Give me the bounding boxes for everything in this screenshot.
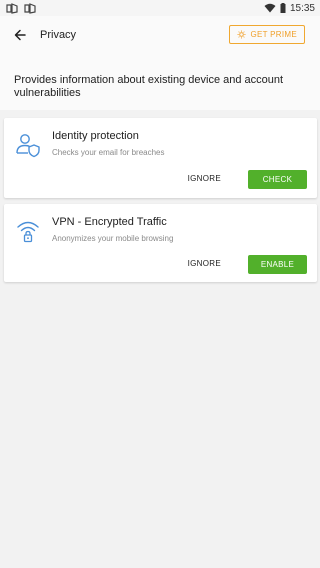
sun-icon: [237, 30, 246, 39]
main-content: Provides information about existing devi…: [0, 54, 320, 568]
notification-icon: [6, 2, 18, 14]
arrow-back-icon: [14, 29, 26, 41]
intro-text: Provides information about existing devi…: [0, 54, 320, 110]
identity-shield-icon: [15, 132, 41, 158]
card-title: VPN - Encrypted Traffic: [52, 216, 167, 228]
battery-icon: [280, 3, 286, 13]
card-subtitle: Anonymizes your mobile browsing: [52, 234, 174, 243]
ignore-button[interactable]: IGNORE: [186, 170, 223, 187]
get-prime-label: GET PRIME: [250, 30, 297, 39]
card-subtitle: Checks your email for breaches: [52, 148, 165, 157]
get-prime-button[interactable]: GET PRIME: [229, 25, 305, 44]
status-bar: 15:35: [0, 0, 320, 16]
status-time: 15:35: [289, 2, 315, 14]
notification-icon: [24, 2, 36, 14]
wifi-lock-icon: [15, 218, 41, 244]
back-button[interactable]: [2, 17, 38, 53]
enable-button[interactable]: ENABLE: [248, 255, 307, 274]
identity-protection-card: Identity protection Checks your email fo…: [4, 118, 317, 198]
vpn-card: VPN - Encrypted Traffic Anonymizes your …: [4, 204, 317, 282]
check-button[interactable]: CHECK: [248, 170, 307, 189]
card-title: Identity protection: [52, 130, 139, 142]
page-title: Privacy: [40, 29, 77, 41]
wifi-icon: [264, 3, 276, 13]
status-notifications: [6, 2, 36, 14]
app-bar: Privacy GET PRIME: [0, 16, 320, 54]
ignore-button[interactable]: IGNORE: [186, 255, 223, 272]
